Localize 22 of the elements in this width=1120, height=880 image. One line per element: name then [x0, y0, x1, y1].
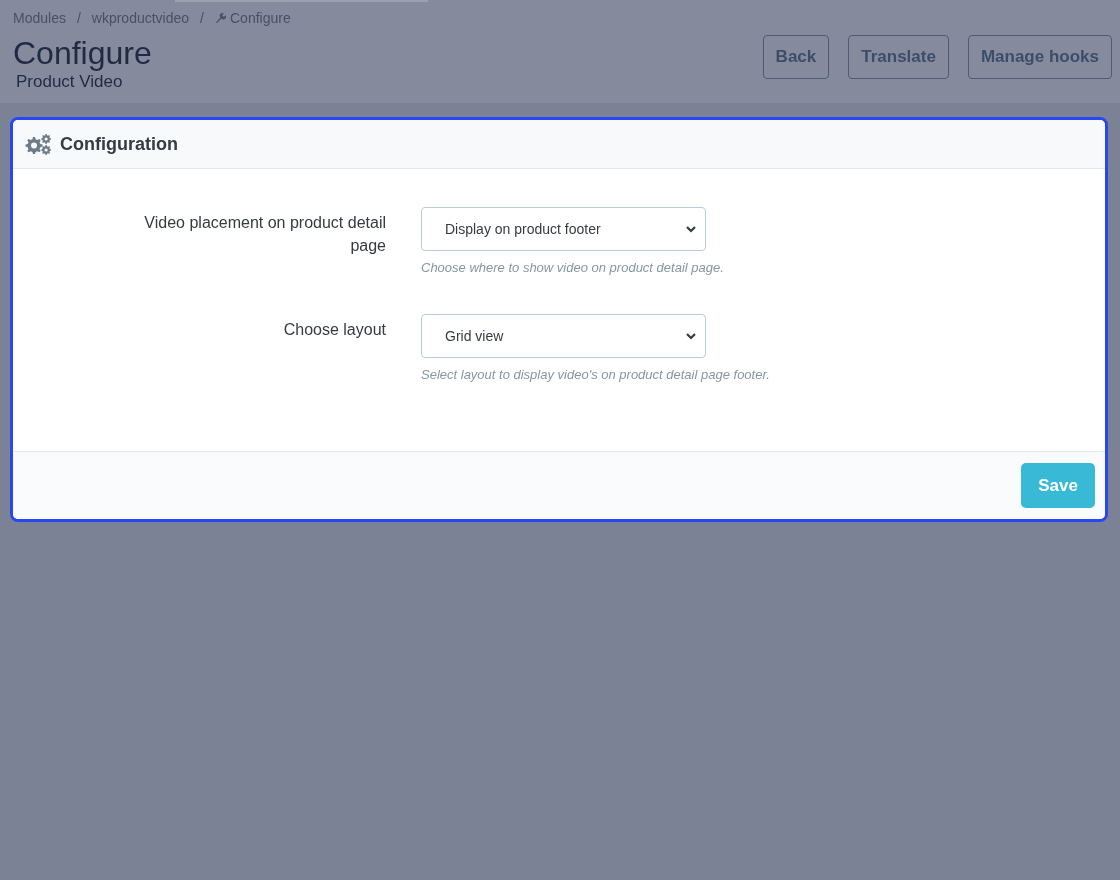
- select-field[interactable]: Grid view: [421, 314, 706, 358]
- breadcrumb-link[interactable]: Modules: [13, 7, 66, 29]
- breadcrumb-separator: /: [76, 8, 81, 28]
- panel-title: Configuration: [60, 132, 178, 156]
- breadcrumb-link[interactable]: wkproductvideo: [91, 7, 190, 29]
- field-label: Choose layout: [283, 320, 386, 340]
- breadcrumb-separator: /: [200, 8, 204, 28]
- save-button[interactable]: Save: [1021, 463, 1095, 508]
- breadcrumb-current: Configure: [230, 8, 291, 28]
- chevron-down-icon: [686, 225, 696, 233]
- page-title: Configure: [13, 34, 152, 72]
- field-label: Video placement on product detail page: [143, 213, 386, 256]
- chevron-down-icon: [686, 332, 696, 340]
- gears-icon: [25, 133, 51, 155]
- wrench-icon: [215, 12, 226, 24]
- select-field[interactable]: Display on product footer: [421, 207, 706, 251]
- toolbar-button[interactable]: Back: [762, 35, 830, 79]
- help-text: Select layout to display video's on product detail page footer.: [421, 366, 770, 384]
- toolbar-button[interactable]: Translate: [848, 35, 949, 79]
- toolbar-button[interactable]: Manage hooks: [967, 35, 1112, 79]
- page-subtitle: Product Video: [16, 72, 124, 92]
- help-text: Choose where to show video on product detail page.: [421, 259, 724, 277]
